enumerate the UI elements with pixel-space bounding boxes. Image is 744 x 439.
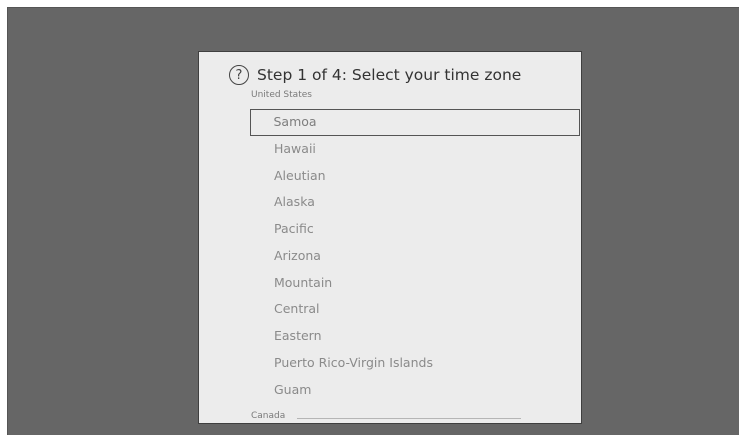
time-zone-list: Samoa Hawaii Aleutian Alaska Pacific Arizona M…: [250, 109, 581, 403]
time-zone-item-arizona[interactable]: Arizona: [250, 243, 581, 270]
time-zone-item-eastern[interactable]: Eastern: [250, 323, 581, 350]
section-divider: [297, 418, 521, 419]
time-zone-item-guam[interactable]: Guam: [250, 377, 581, 404]
time-zone-item-puerto-rico-virgin-islands[interactable]: Puerto Rico-Virgin Islands: [250, 350, 581, 377]
help-circle-icon[interactable]: ?: [229, 65, 249, 85]
time-zone-item-aleutian[interactable]: Aleutian: [250, 163, 581, 190]
tv-screen: ? Step 1 of 4: Select your time zone Uni…: [7, 7, 739, 435]
time-zone-item-central[interactable]: Central: [250, 296, 581, 323]
section-label-canada: Canada: [251, 411, 286, 421]
time-zone-item-hawaii[interactable]: Hawaii: [250, 136, 581, 163]
dialog-header: ? Step 1 of 4: Select your time zone: [229, 62, 521, 88]
time-zone-item-alaska[interactable]: Alaska: [250, 189, 581, 216]
time-zone-item-mountain[interactable]: Mountain: [250, 270, 581, 297]
time-zone-item-samoa[interactable]: Samoa: [250, 109, 580, 136]
section-label-united-states: United States: [251, 90, 312, 100]
dialog-title: Step 1 of 4: Select your time zone: [257, 66, 522, 84]
time-zone-dialog: ? Step 1 of 4: Select your time zone Uni…: [198, 51, 582, 424]
time-zone-item-pacific[interactable]: Pacific: [250, 216, 581, 243]
